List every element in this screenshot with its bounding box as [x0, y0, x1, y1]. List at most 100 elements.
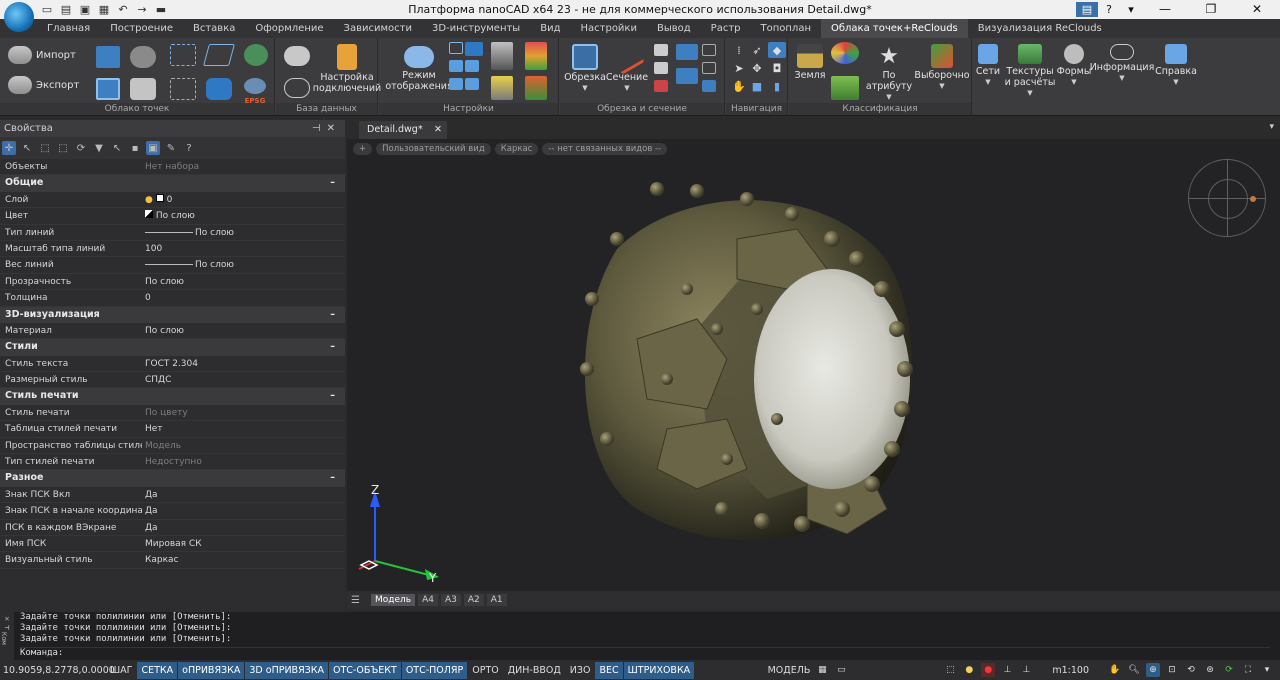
status-toggle-button[interactable]: ОТС-ПОЛЯР — [401, 661, 468, 679]
property-row[interactable]: Имя ПСК Мировая СК — [0, 536, 345, 553]
quick-select-icon[interactable]: ⬚ — [38, 141, 52, 155]
viewport-layout-icon[interactable]: ▭ — [834, 663, 848, 677]
cloud-frame-icon[interactable] — [96, 78, 120, 100]
property-row[interactable]: Пространство таблицы стилей п...Модель — [0, 438, 345, 455]
tree-color-icon[interactable] — [525, 42, 547, 70]
drawing-viewport[interactable]: + Пользовательский вид Каркас -- нет свя… — [347, 139, 1280, 591]
photo-icon[interactable] — [449, 78, 463, 90]
property-row[interactable]: Знак ПСК в начале координат Да — [0, 503, 345, 520]
view-cube-compass[interactable] — [1188, 159, 1266, 237]
tabs-dropdown-icon[interactable]: ▾ — [1269, 122, 1274, 132]
help-dropdown-icon[interactable]: ▾ — [1120, 0, 1142, 19]
record-icon[interactable]: ● — [981, 663, 996, 677]
tree-gray-icon[interactable] — [491, 42, 513, 70]
layout-tab[interactable]: A1 — [486, 594, 507, 606]
orbit-icon[interactable]: ⟲ — [1184, 663, 1198, 677]
cube-icon[interactable]: ■ — [748, 78, 766, 94]
networks-button[interactable]: Сети ▼ — [976, 44, 1000, 88]
layouts-menu-icon[interactable]: ☰ — [351, 595, 360, 606]
clip-arrow-icon[interactable] — [676, 68, 698, 84]
fly-icon[interactable]: ➶ — [748, 42, 766, 58]
section-misc[interactable]: Разное – — [0, 470, 345, 487]
status-toggle-button[interactable]: ШТРИХОВКА — [623, 661, 695, 679]
status-toggle-button[interactable]: ШАГ — [106, 662, 136, 679]
property-row[interactable]: Визуальный стиль Каркас — [0, 552, 345, 569]
steering-wheel-icon[interactable]: ⊛ — [1203, 663, 1217, 677]
ribbon-tab[interactable]: Визуализация ReClouds — [968, 19, 1112, 38]
redo-icon[interactable]: → — [135, 2, 149, 16]
tab-close-icon[interactable]: ✕ — [434, 121, 442, 139]
pan-hand-icon[interactable]: ✋ — [1108, 663, 1122, 677]
tree-classified-icon[interactable] — [525, 76, 547, 100]
import-button[interactable]: Импорт — [8, 46, 76, 64]
clip-frame-icon[interactable] — [702, 44, 716, 56]
property-row[interactable]: Вес линий По слою — [0, 257, 345, 274]
layout-tab[interactable]: Модель — [370, 594, 416, 606]
information-button[interactable]: Информация ▼ — [1090, 44, 1154, 84]
app-logo-icon[interactable] — [4, 2, 34, 32]
clip-blue-1-icon[interactable] — [676, 44, 698, 60]
target-icon[interactable]: ◆ — [768, 42, 786, 58]
panel-close-icon[interactable]: ✕ — [327, 123, 341, 134]
shapes-button[interactable]: Формы ▼ — [1057, 44, 1091, 88]
select-similar-icon[interactable]: ⬚ — [56, 141, 70, 155]
status-menu-icon[interactable]: ▾ — [1260, 663, 1274, 677]
property-row[interactable]: ПСК в каждом ВЭкране Да — [0, 520, 345, 536]
minimize-button[interactable]: — — [1142, 0, 1188, 19]
connection-settings-button[interactable]: Настройка подключений — [313, 44, 381, 94]
hand-icon[interactable]: ✋ — [730, 78, 748, 94]
refresh-icon[interactable]: ⟳ — [74, 141, 88, 155]
save-as-icon[interactable]: ▦ — [97, 2, 111, 16]
property-row[interactable]: Цвет По слою — [0, 208, 345, 225]
walk-icon[interactable]: ➤ — [730, 60, 748, 76]
clip-small-3-icon[interactable] — [654, 80, 668, 92]
by-attribute-button[interactable]: ★ По атрибуту ▼ — [866, 44, 912, 103]
property-row[interactable]: Размерный стиль СПДС — [0, 372, 345, 389]
pick-icon[interactable]: ↖ — [110, 141, 124, 155]
toggle-pickadd-icon[interactable]: ▪ — [128, 141, 142, 155]
status-toggle-button[interactable]: оПРИВЯЗКА — [178, 661, 245, 679]
viewport-menu-button[interactable]: + — [353, 143, 373, 155]
cloud-box-icon[interactable] — [96, 46, 120, 68]
command-input[interactable]: Команда: — [20, 647, 1270, 658]
photo-2-icon[interactable] — [465, 78, 479, 90]
pan-icon[interactable]: ✥ — [748, 60, 766, 76]
zoom-extents-icon[interactable]: ⊡ — [1165, 663, 1179, 677]
new-file-icon[interactable]: ▭ — [40, 2, 54, 16]
measure-icon[interactable]: ⊥ — [1000, 663, 1014, 677]
help-ribbon-button[interactable]: Справка ▼ — [1155, 44, 1197, 88]
app-menu-icon[interactable]: ▤ — [1076, 2, 1098, 17]
property-row[interactable]: Тип линий По слою — [0, 225, 345, 241]
property-row[interactable]: Стиль печати По цвету — [0, 405, 345, 422]
lightbulb-icon[interactable]: ● — [962, 663, 976, 677]
scale-readout[interactable]: m1:100 — [1052, 665, 1089, 676]
open-folder-icon[interactable]: ▤ — [59, 2, 73, 16]
bounding-box-icon[interactable] — [203, 44, 235, 66]
view-name-button[interactable]: Пользовательский вид — [376, 143, 491, 155]
section-button[interactable]: Сечение ▼ — [604, 39, 650, 94]
points-scatter-icon[interactable] — [170, 44, 196, 66]
ribbon-tab[interactable]: 3D-инструменты — [422, 19, 530, 38]
property-row[interactable]: Стиль текста ГОСТ 2.304 — [0, 356, 345, 373]
undo-icon[interactable]: ↶ — [116, 2, 130, 16]
clip-blue-2-icon[interactable] — [702, 80, 716, 92]
zoom-window-icon[interactable]: ⊕ — [1146, 663, 1160, 677]
status-toggle-button[interactable]: ВЕС — [595, 661, 623, 679]
property-row[interactable]: Толщина 0 — [0, 290, 345, 307]
clip-small-2-icon[interactable] — [654, 62, 668, 74]
help-circle-icon[interactable]: ? — [182, 141, 196, 155]
model-space-label[interactable]: МОДЕЛЬ — [768, 665, 811, 676]
cursor-icon[interactable]: ↖ — [20, 141, 34, 155]
status-toggle-button[interactable]: ИЗО — [566, 662, 595, 679]
section-3d-visualization[interactable]: 3D-визуализация – — [0, 306, 345, 323]
small-box-icon[interactable] — [449, 42, 463, 54]
print-icon[interactable]: ▬ — [154, 2, 168, 16]
section-general[interactable]: Общие – — [0, 175, 345, 192]
tree-intensity-icon[interactable] — [491, 76, 513, 100]
point-cloud-model[interactable] — [557, 179, 957, 569]
ribbon-tab[interactable]: Облака точек+ReClouds — [821, 19, 968, 38]
ribbon-tab[interactable]: Зависимости — [334, 19, 422, 38]
cloud-gray-icon[interactable] — [130, 46, 156, 68]
status-toggle-button[interactable]: ОРТО — [468, 662, 503, 679]
ribbon-tab[interactable]: Топоплан — [751, 19, 821, 38]
